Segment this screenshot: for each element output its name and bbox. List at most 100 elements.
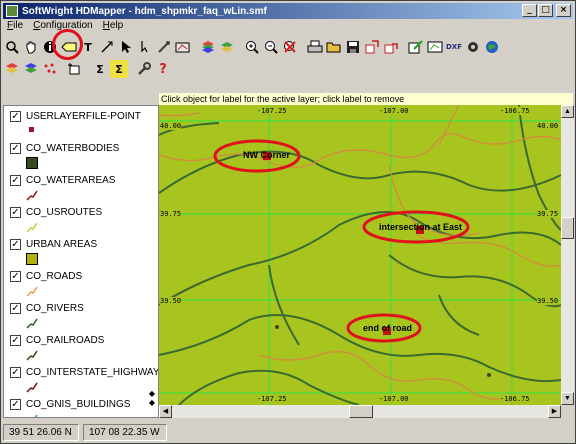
status-bar: 39 51 26.06 N 107 08 22.35 W — [3, 424, 167, 441]
map-label-end-of-road[interactable]: end of road — [363, 323, 412, 333]
lat-tick-left: 40.00 — [160, 122, 182, 130]
add-object-icon[interactable] — [66, 60, 84, 78]
polygon-icon[interactable] — [174, 38, 192, 56]
dxf-icon[interactable]: DXF — [445, 38, 463, 56]
scroll-down-icon[interactable]: ◆ — [149, 398, 155, 407]
panel-scroll-arrows[interactable]: ◆ ◆ — [146, 389, 158, 417]
lat-tick-left: 39.75 — [160, 210, 182, 218]
wrench-icon[interactable] — [135, 60, 153, 78]
layer-checkbox[interactable]: ✓ — [10, 303, 21, 314]
shapefile-icon[interactable] — [426, 38, 444, 56]
layer-checkbox[interactable]: ✓ — [10, 143, 21, 154]
map-label-nw-corner[interactable]: NW Corner — [243, 150, 290, 160]
layer-item[interactable]: ✓ CO_GNIS_BUILDINGS — [4, 394, 158, 417]
gear-icon[interactable] — [464, 38, 482, 56]
zoom-in-icon[interactable] — [243, 38, 261, 56]
layer-checkbox[interactable]: ✓ — [10, 239, 21, 250]
layer-item[interactable]: ✓ USERLAYERFILE-POINT — [4, 106, 158, 138]
layer-order-icon[interactable] — [22, 60, 40, 78]
layers-edit-icon[interactable] — [218, 38, 236, 56]
lon-tick-bottom: -107.25 — [257, 395, 287, 403]
export-icon[interactable] — [363, 38, 381, 56]
layer-checkbox[interactable]: ✓ — [10, 207, 21, 218]
menu-file[interactable]: File — [7, 20, 23, 34]
minimize-button[interactable]: _ — [522, 4, 537, 17]
maximize-button[interactable]: □ — [538, 4, 553, 17]
scroll-up-button[interactable]: ▲ — [561, 105, 574, 118]
layer-name[interactable]: CO_RIVERS — [26, 303, 84, 314]
layer-name[interactable]: URBAN AREAS — [26, 239, 97, 250]
layer-symbol — [26, 413, 38, 417]
layer-item[interactable]: ✓ CO_ROADS — [4, 266, 158, 298]
lat-tick-left: 39.50 — [160, 297, 182, 305]
layer-item[interactable]: ✓ CO_WATERAREAS — [4, 170, 158, 202]
sum-icon[interactable]: Σ — [91, 60, 109, 78]
scroll-left-button[interactable]: ◀ — [159, 405, 172, 418]
layer-symbol — [26, 125, 38, 138]
layer-panel: ✓ USERLAYERFILE-POINT ✓ CO_WATERBODIES ✓ CO_W… — [3, 105, 159, 418]
layer-name[interactable]: CO_WATERAREAS — [26, 175, 115, 186]
layer-checkbox[interactable]: ✓ — [10, 367, 21, 378]
hand-pan-icon[interactable] — [22, 38, 40, 56]
layer-name[interactable]: CO_WATERBODIES — [26, 143, 119, 154]
layer-item[interactable]: ✓ CO_WATERBODIES — [4, 138, 158, 170]
layer-checkbox[interactable]: ✓ — [10, 175, 21, 186]
layer-checkbox[interactable]: ✓ — [10, 335, 21, 346]
arrow-select-icon[interactable] — [117, 38, 135, 56]
help-icon[interactable]: ? — [154, 60, 172, 78]
globe-icon[interactable] — [483, 38, 501, 56]
map-horizontal-scrollbar[interactable]: ◀ ▶ — [159, 405, 561, 418]
lon-tick-bottom: -107.00 — [379, 395, 409, 403]
app-icon — [6, 5, 18, 17]
layer-name[interactable]: CO_RAILROADS — [26, 335, 104, 346]
window-title: SoftWright HDMapper - hdm_shpmkr_faq_wLi… — [22, 5, 267, 17]
map-label-intersection[interactable]: intersection at East — [379, 222, 462, 232]
sum-alt-icon[interactable]: Σ — [110, 60, 128, 78]
layer-item[interactable]: ✓ CO_INTERSTATE_HIGHWAY — [4, 362, 158, 394]
scroll-up-icon[interactable]: ◆ — [149, 389, 155, 398]
title-bar: SoftWright HDMapper - hdm_shpmkr_faq_wLi… — [3, 3, 573, 19]
layers-icon[interactable] — [199, 38, 217, 56]
dropper-icon[interactable] — [155, 38, 173, 56]
annotation-circle-label-tool — [52, 29, 83, 60]
lon-tick-top: -107.00 — [379, 107, 409, 115]
status-latitude: 39 51 26.06 N — [3, 424, 79, 441]
open-folder-icon[interactable] — [325, 38, 343, 56]
layer-item[interactable]: ✓ CO_RIVERS — [4, 298, 158, 330]
layer-checkbox[interactable]: ✓ — [10, 399, 21, 410]
scroll-down-button[interactable]: ▼ — [561, 392, 574, 405]
lat-tick-right: 40.00 — [537, 122, 559, 130]
zoom-cancel-icon[interactable] — [281, 38, 299, 56]
zoom-out-icon[interactable] — [262, 38, 280, 56]
edit-icon[interactable] — [407, 38, 425, 56]
layer-item[interactable]: ✓ CO_USROUTES — [4, 202, 158, 234]
sparkle-icon[interactable] — [41, 60, 59, 78]
layer-name[interactable]: CO_ROADS — [26, 271, 82, 282]
app-window: SoftWright HDMapper - hdm_shpmkr_faq_wLi… — [0, 0, 576, 444]
vertical-scroll-thumb[interactable] — [561, 217, 574, 239]
save-icon[interactable] — [344, 38, 362, 56]
horizontal-scroll-thumb[interactable] — [349, 405, 373, 418]
layer-properties-icon[interactable] — [3, 60, 21, 78]
map-view[interactable]: NW Corner intersection at East end of ro… — [159, 105, 561, 405]
map-canvas[interactable] — [159, 105, 561, 405]
export-alt-icon[interactable] — [382, 38, 400, 56]
lon-tick-bottom: -106.75 — [500, 395, 530, 403]
zoom-icon[interactable] — [3, 38, 21, 56]
layer-item[interactable]: ✓ CO_RAILROADS — [4, 330, 158, 362]
resize-icon[interactable] — [98, 38, 116, 56]
layer-item[interactable]: ✓ URBAN AREAS — [4, 234, 158, 266]
layer-name[interactable]: CO_USROUTES — [26, 207, 102, 218]
layer-checkbox[interactable]: ✓ — [10, 271, 21, 282]
pointer-icon[interactable] — [136, 38, 154, 56]
layer-name[interactable]: USERLAYERFILE-POINT — [26, 111, 141, 122]
layer-name[interactable]: CO_GNIS_BUILDINGS — [26, 399, 130, 410]
map-vertical-scrollbar[interactable]: ▲ ▼ — [561, 105, 574, 405]
secondary-toolbar: Σ Σ ? — [3, 59, 173, 79]
layer-name[interactable]: CO_INTERSTATE_HIGHWAY — [26, 367, 158, 378]
menu-help[interactable]: Help — [103, 20, 124, 34]
scroll-right-button[interactable]: ▶ — [548, 405, 561, 418]
close-button[interactable]: × — [556, 4, 571, 17]
layer-checkbox[interactable]: ✓ — [10, 111, 21, 122]
print-icon[interactable] — [306, 38, 324, 56]
